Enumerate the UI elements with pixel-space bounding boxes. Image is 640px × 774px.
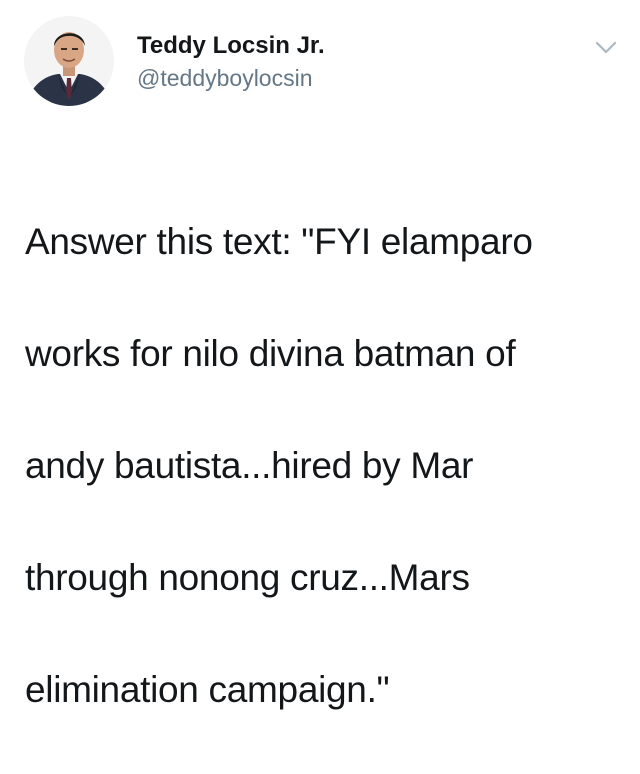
tweet-text: Answer this text: "FYI elamparo works fo… (25, 158, 625, 774)
author-handle[interactable]: @teddyboylocsin (137, 63, 313, 93)
profile-photo-icon (24, 16, 114, 106)
author-name[interactable]: Teddy Locsin Jr. (137, 31, 325, 61)
chevron-down-icon (595, 41, 617, 54)
tweet-text-line: Answer this text: "FYI elamparo (25, 221, 533, 262)
avatar[interactable] (24, 16, 114, 106)
tweet-text-line: andy bautista...hired by Mar (25, 445, 474, 486)
tweet-text-line: works for nilo divina batman of (25, 333, 516, 374)
tweet-card: Teddy Locsin Jr. @teddyboylocsin Answer … (0, 0, 640, 710)
tweet-text-line: elimination campaign." (25, 669, 390, 710)
tweet-text-line: through nonong cruz...Mars (25, 557, 470, 598)
tweet-menu-button[interactable] (591, 36, 621, 58)
